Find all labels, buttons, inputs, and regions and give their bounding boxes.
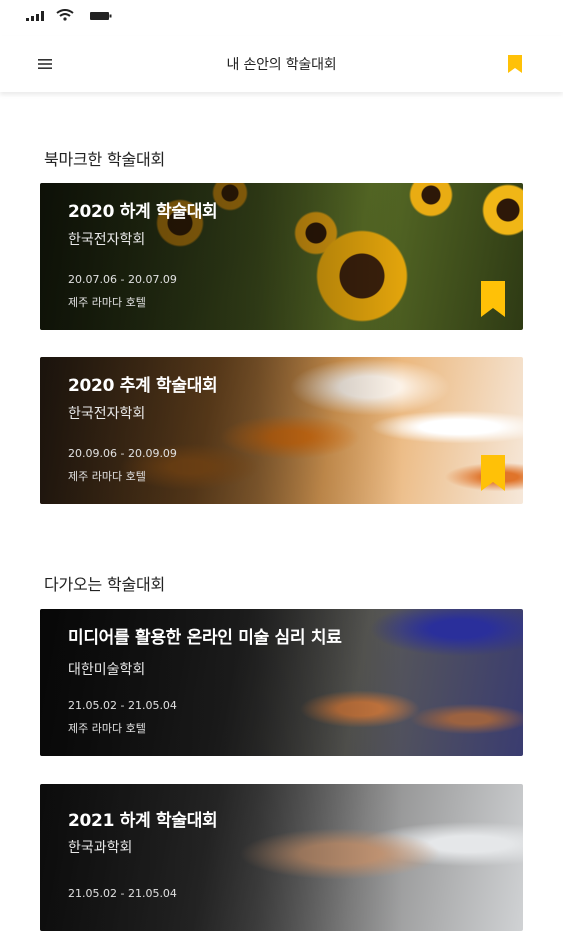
- section-title-upcoming: 다가오는 학술대회: [44, 575, 166, 594]
- card-dates: 21.05.02 - 21.05.04: [68, 699, 177, 712]
- app-title: 내 손안의 학술대회: [226, 57, 337, 73]
- status-bar: [0, 0, 563, 36]
- conference-card[interactable]: 2021 하계 학술대회 한국과학회 21.05.02 - 21.05.04: [40, 784, 523, 931]
- card-venue: 제주 라마다 호텔: [68, 296, 146, 309]
- bookmark-icon[interactable]: [481, 455, 505, 491]
- card-dates: 20.07.06 - 20.07.09: [68, 273, 177, 286]
- card-title: 2021 하계 학술대회: [68, 811, 218, 831]
- bookmark-icon[interactable]: [504, 53, 526, 75]
- battery-icon: [90, 12, 112, 20]
- card-venue: 제주 라마다 호텔: [68, 722, 146, 735]
- conference-card[interactable]: 미디어를 활용한 온라인 미술 심리 치료 대한미술학회 21.05.02 - …: [40, 609, 523, 756]
- app-bar: 내 손안의 학술대회: [0, 36, 563, 92]
- card-organization: 한국전자학회: [68, 232, 146, 248]
- card-title: 2020 하계 학술대회: [68, 202, 218, 222]
- card-title: 미디어를 활용한 온라인 미술 심리 치료: [68, 628, 342, 648]
- card-dates: 21.05.02 - 21.05.04: [68, 887, 177, 900]
- card-organization: 한국과학회: [68, 840, 133, 856]
- card-venue: 제주 라마다 호텔: [68, 470, 146, 483]
- card-dates: 20.09.06 - 20.09.09: [68, 447, 177, 460]
- bookmark-icon[interactable]: [481, 281, 505, 317]
- wifi-icon: [56, 9, 74, 21]
- card-organization: 한국전자학회: [68, 406, 146, 422]
- card-organization: 대한미술학회: [68, 662, 146, 678]
- section-title-bookmarked: 북마크한 학술대회: [44, 150, 166, 169]
- conference-card[interactable]: 2020 추계 학술대회 한국전자학회 20.09.06 - 20.09.09 …: [40, 357, 523, 504]
- conference-card[interactable]: 2020 하계 학술대회 한국전자학회 20.07.06 - 20.07.09 …: [40, 183, 523, 330]
- card-title: 2020 추계 학술대회: [68, 376, 218, 396]
- signal-icon: [26, 11, 44, 21]
